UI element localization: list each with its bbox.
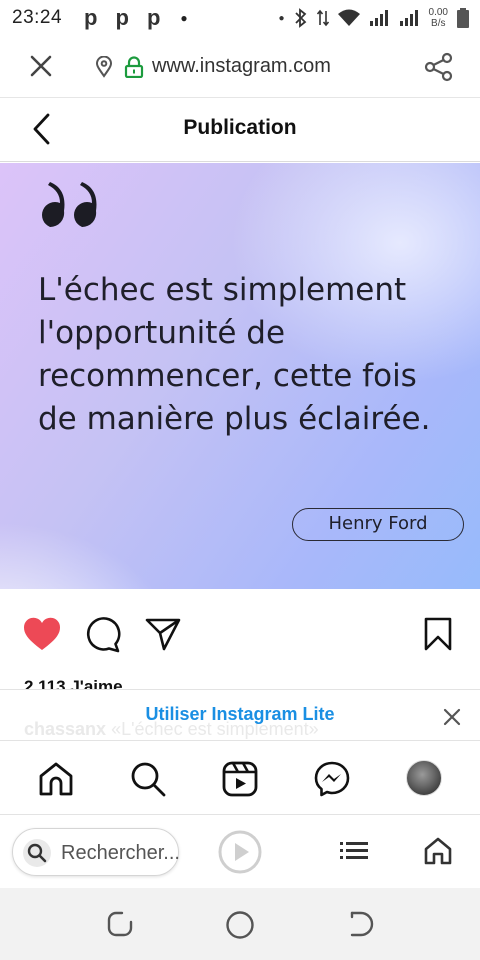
dot-icon: ● <box>278 12 285 24</box>
system-nav-bar <box>0 888 480 960</box>
comment-icon[interactable] <box>85 617 121 653</box>
network-speed: 0.00 B/s <box>429 7 448 29</box>
heart-icon[interactable] <box>23 617 61 651</box>
quote-author: Henry Ford <box>292 508 464 541</box>
home-icon[interactable] <box>38 761 74 797</box>
post-image[interactable]: L'échec est simplement l'opportunité de … <box>0 163 480 589</box>
messenger-icon[interactable] <box>314 761 350 797</box>
search-icon <box>23 839 51 867</box>
quote-text: L'échec est simplement l'opportunité de … <box>38 272 431 437</box>
instagram-header: Publication <box>0 98 480 162</box>
instagram-bottom-nav <box>0 741 480 815</box>
status-indicators: ● 0.00 B/s <box>278 0 470 36</box>
clock: 23:24 <box>12 7 63 28</box>
data-arrows-icon <box>316 9 329 27</box>
location-pin-icon <box>95 56 113 78</box>
send-icon[interactable] <box>145 617 181 651</box>
notification-dot-icon: ● <box>180 11 188 25</box>
profile-avatar[interactable] <box>406 760 442 796</box>
status-bar: 23:24 p p p ● ● 0.00 B/s <box>0 0 480 36</box>
home-icon[interactable] <box>424 837 452 865</box>
notification-app-icon: p <box>115 5 129 30</box>
close-icon[interactable] <box>28 53 54 79</box>
search-placeholder: Rechercher... <box>61 842 180 864</box>
speed-value: 0.00 <box>428 7 448 18</box>
use-instagram-lite-link[interactable]: Utiliser Instagram Lite <box>0 704 480 725</box>
signal-icon <box>369 10 388 26</box>
browser-search-field[interactable]: Rechercher... <box>12 828 180 876</box>
share-icon[interactable] <box>424 52 454 82</box>
browser-address-bar: www.instagram.com <box>0 36 480 98</box>
recent-apps-icon[interactable] <box>106 910 134 938</box>
wifi-icon <box>337 9 360 26</box>
bluetooth-icon <box>294 8 306 28</box>
lite-banner: chassanx «L'échec est simplement» Utilis… <box>0 689 480 741</box>
browser-bottom-bar: Rechercher... <box>0 815 480 888</box>
page-title: Publication <box>183 116 297 139</box>
reels-icon[interactable] <box>222 761 258 797</box>
home-circle-icon[interactable] <box>225 910 255 940</box>
close-icon[interactable] <box>442 707 462 727</box>
likes-count[interactable]: 2 113 J'aime <box>24 677 123 689</box>
signal-icon-2 <box>399 10 418 26</box>
search-icon[interactable] <box>130 761 166 797</box>
speed-unit: B/s <box>431 18 446 29</box>
battery-icon <box>457 8 469 28</box>
play-icon[interactable] <box>218 830 262 874</box>
post-actions <box>0 589 480 679</box>
notification-app-icon: p <box>84 5 98 30</box>
quote-mark-icon <box>42 182 97 227</box>
bookmark-icon[interactable] <box>424 617 452 651</box>
back-icon[interactable] <box>346 910 374 938</box>
list-icon[interactable] <box>340 839 370 863</box>
url-text[interactable]: www.instagram.com <box>152 55 331 78</box>
lock-icon <box>124 56 144 78</box>
notification-app-icon: p <box>146 5 161 30</box>
